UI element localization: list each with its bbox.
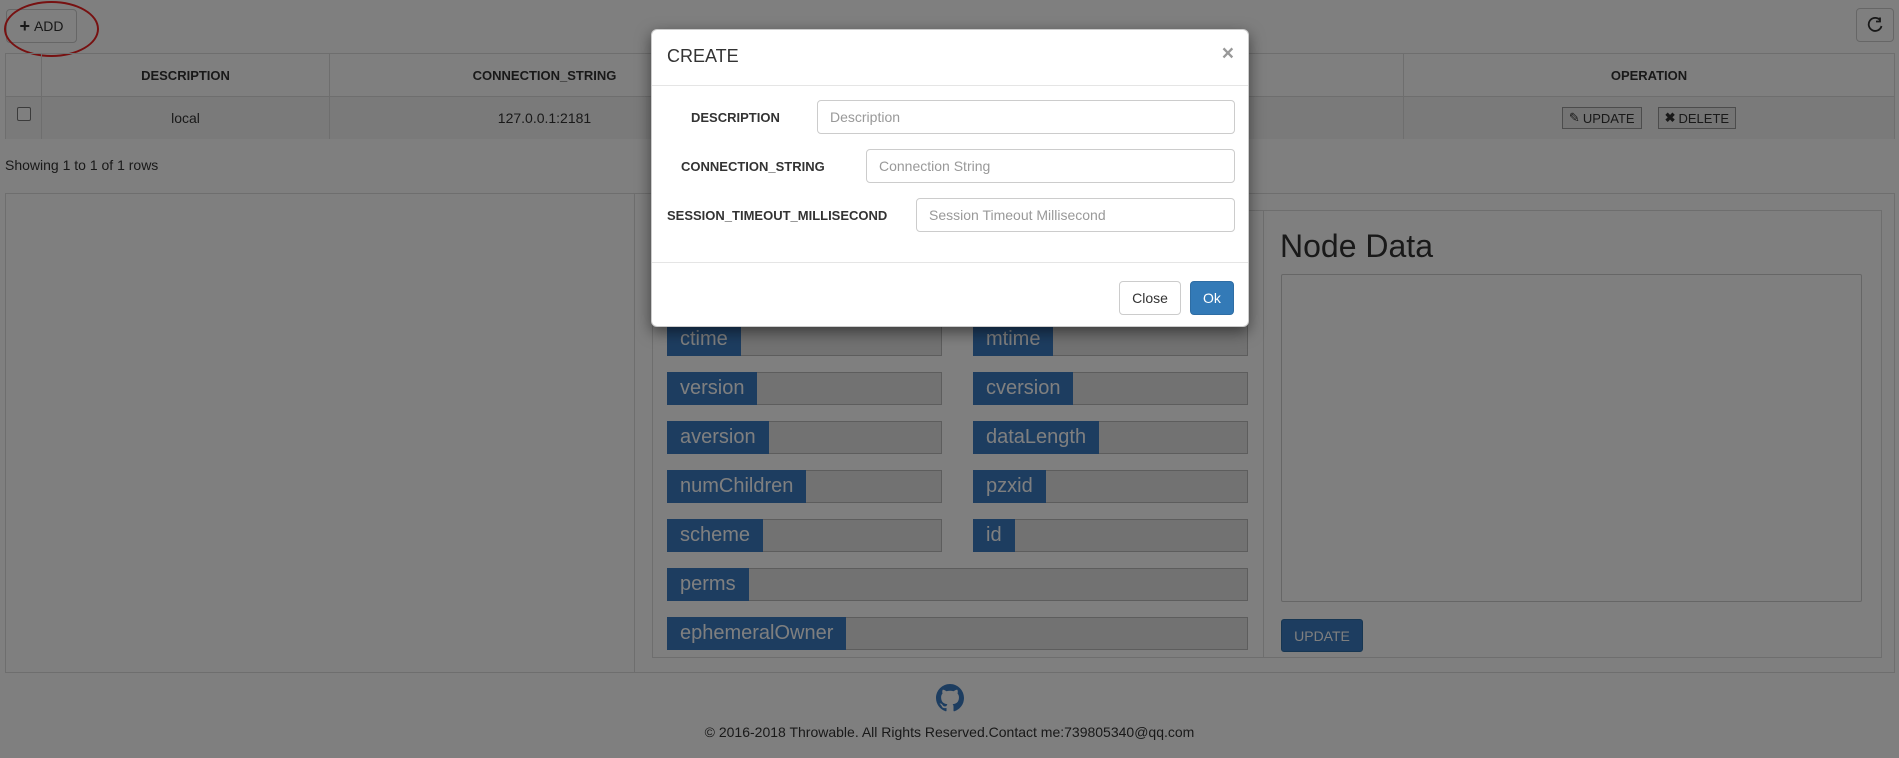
close-button[interactable]: Close: [1119, 281, 1181, 315]
modal-close-icon[interactable]: ×: [1222, 42, 1234, 66]
ok-button[interactable]: Ok: [1190, 281, 1234, 315]
connection-string-input[interactable]: [866, 149, 1235, 183]
connection-string-label: CONNECTION_STRING: [681, 159, 825, 174]
modal-header: CREATE ×: [652, 30, 1248, 86]
description-input[interactable]: [817, 100, 1235, 134]
session-timeout-label: SESSION_TIMEOUT_MILLISECOND: [667, 208, 888, 223]
modal-footer: Close Ok: [652, 262, 1248, 329]
create-modal: CREATE × DESCRIPTION CONNECTION_STRING S…: [651, 29, 1249, 327]
session-timeout-input[interactable]: [916, 198, 1235, 232]
modal-title: CREATE: [667, 46, 739, 66]
description-label: DESCRIPTION: [691, 110, 780, 125]
